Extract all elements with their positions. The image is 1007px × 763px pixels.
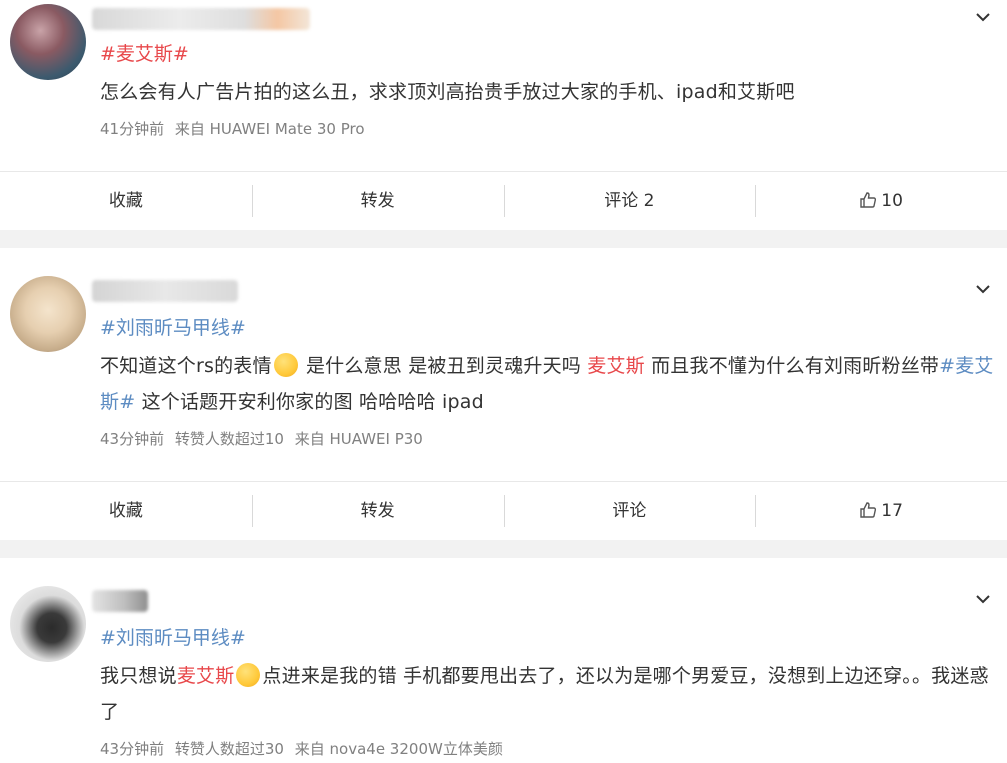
post-card-1: #麦艾斯# 怎么会有人广告片拍的这么丑，求求顶刘高抬贵手放过大家的手机、ipad… <box>0 0 1007 230</box>
chevron-down-icon[interactable] <box>975 592 990 606</box>
topic-link[interactable]: 麦艾斯 <box>587 355 645 377</box>
text-segment: 我只想说 <box>100 665 177 687</box>
repost-count: 转赞人数超过30 <box>174 740 284 758</box>
chevron-down-icon[interactable] <box>975 282 990 296</box>
text-segment: 这个话题开安利你家的图 哈哈哈哈 ipad <box>135 391 484 413</box>
post-time[interactable]: 43分钟前 <box>100 430 164 448</box>
comment-button[interactable]: 评论 <box>503 495 756 527</box>
post-time[interactable]: 43分钟前 <box>100 740 164 758</box>
grin-sweat-emoji-icon <box>273 353 298 377</box>
topic-tag[interactable]: #刘雨昕马甲线# <box>100 627 246 649</box>
chevron-down-icon[interactable] <box>975 10 990 24</box>
username-blurred[interactable] <box>92 590 148 612</box>
repost-count: 转赞人数超过10 <box>174 430 284 448</box>
thumbs-up-icon <box>859 498 877 530</box>
username-blurred[interactable] <box>92 280 238 302</box>
post-card-3: #刘雨昕马甲线# 我只想说麦艾斯 点进来是我的错 手机都要甩出去了，还以为是哪个男… <box>0 558 1007 763</box>
post-source: 来自 nova4e 3200W立体美颜 <box>294 740 503 758</box>
topic-tag[interactable]: #刘雨昕马甲线# <box>100 317 246 339</box>
avatar[interactable] <box>10 4 86 80</box>
action-bar: 收藏 转发 评论 17 <box>0 481 1007 540</box>
like-count: 17 <box>881 501 903 521</box>
collect-button[interactable]: 收藏 <box>0 495 252 527</box>
username-blurred[interactable] <box>92 8 310 30</box>
like-button[interactable]: 17 <box>755 495 1007 527</box>
text-segment: 是什么意思 是被丑到灵魂升天吗 <box>299 355 588 377</box>
forward-button[interactable]: 转发 <box>251 495 504 527</box>
post-source: 来自 HUAWEI P30 <box>294 430 423 448</box>
post-text: 不知道这个rs的表情 是什么意思 是被丑到灵魂升天吗 麦艾斯 而且我不懂为什么有… <box>100 348 995 420</box>
text-segment: 不知道这个rs的表情 <box>100 355 272 377</box>
post-source: 来自 HUAWEI Mate 30 Pro <box>174 120 365 138</box>
forward-button[interactable]: 转发 <box>251 185 504 217</box>
action-bar: 收藏 转发 评论 2 10 <box>0 171 1007 230</box>
avatar[interactable] <box>10 586 86 662</box>
avatar[interactable] <box>10 276 86 352</box>
thinking-emoji-icon <box>236 663 261 687</box>
topic-link[interactable]: 麦艾斯 <box>177 665 235 687</box>
topic-tag[interactable]: #麦艾斯# <box>100 43 189 65</box>
post-text: 怎么会有人广告片拍的这么丑，求求顶刘高抬贵手放过大家的手机、ipad和艾斯吧 <box>100 81 795 103</box>
thumbs-up-icon <box>859 188 877 220</box>
post-text: 我只想说麦艾斯 点进来是我的错 手机都要甩出去了，还以为是哪个男爱豆，没想到上边还… <box>100 658 995 730</box>
post-card-2: #刘雨昕马甲线# 不知道这个rs的表情 是什么意思 是被丑到灵魂升天吗 麦艾斯 … <box>0 248 1007 540</box>
like-count: 10 <box>881 191 903 211</box>
text-segment: 而且我不懂为什么有刘雨昕粉丝带 <box>644 355 940 377</box>
comment-button[interactable]: 评论 2 <box>503 185 756 217</box>
collect-button[interactable]: 收藏 <box>0 185 252 217</box>
post-time[interactable]: 41分钟前 <box>100 120 164 138</box>
like-button[interactable]: 10 <box>755 185 1007 217</box>
